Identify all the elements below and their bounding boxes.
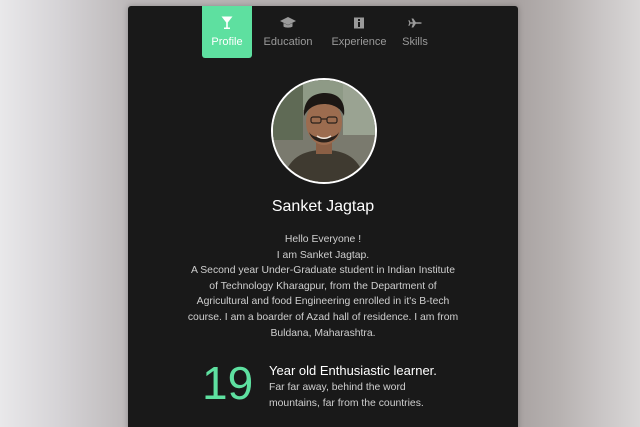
nav-tabs: Profile Education Experience Skills	[202, 6, 430, 58]
profile-card: Profile Education Experience Skills Sank…	[128, 6, 518, 427]
tab-education-label: Education	[263, 36, 313, 48]
graduation-cap-icon	[262, 16, 314, 30]
tab-skills[interactable]: Skills	[400, 6, 430, 58]
info-icon	[330, 16, 388, 30]
avatar	[271, 78, 377, 184]
tab-education[interactable]: Education	[262, 6, 314, 58]
tab-experience[interactable]: Experience	[330, 6, 388, 58]
profile-name: Sanket Jagtap	[271, 198, 375, 215]
glass-icon	[202, 16, 252, 30]
bio-line: A Second year Under-Graduate student in …	[187, 265, 459, 339]
age-description: Far far away, behind the word mountains,…	[269, 382, 424, 409]
bio-line: I am Sanket Jagtap.	[276, 249, 370, 261]
bio-line: Hello Everyone !	[284, 234, 362, 245]
age-title: Year old Enthusiastic learner.	[269, 363, 437, 378]
profile-bio: Hello Everyone ! I am Sanket Jagtap. A S…	[186, 232, 460, 341]
tab-experience-label: Experience	[331, 36, 387, 48]
tab-profile[interactable]: Profile	[202, 6, 252, 58]
plane-icon	[400, 16, 430, 30]
tab-profile-label: Profile	[211, 36, 243, 48]
age-number: 19	[202, 357, 254, 409]
tab-skills-label: Skills	[402, 36, 428, 48]
